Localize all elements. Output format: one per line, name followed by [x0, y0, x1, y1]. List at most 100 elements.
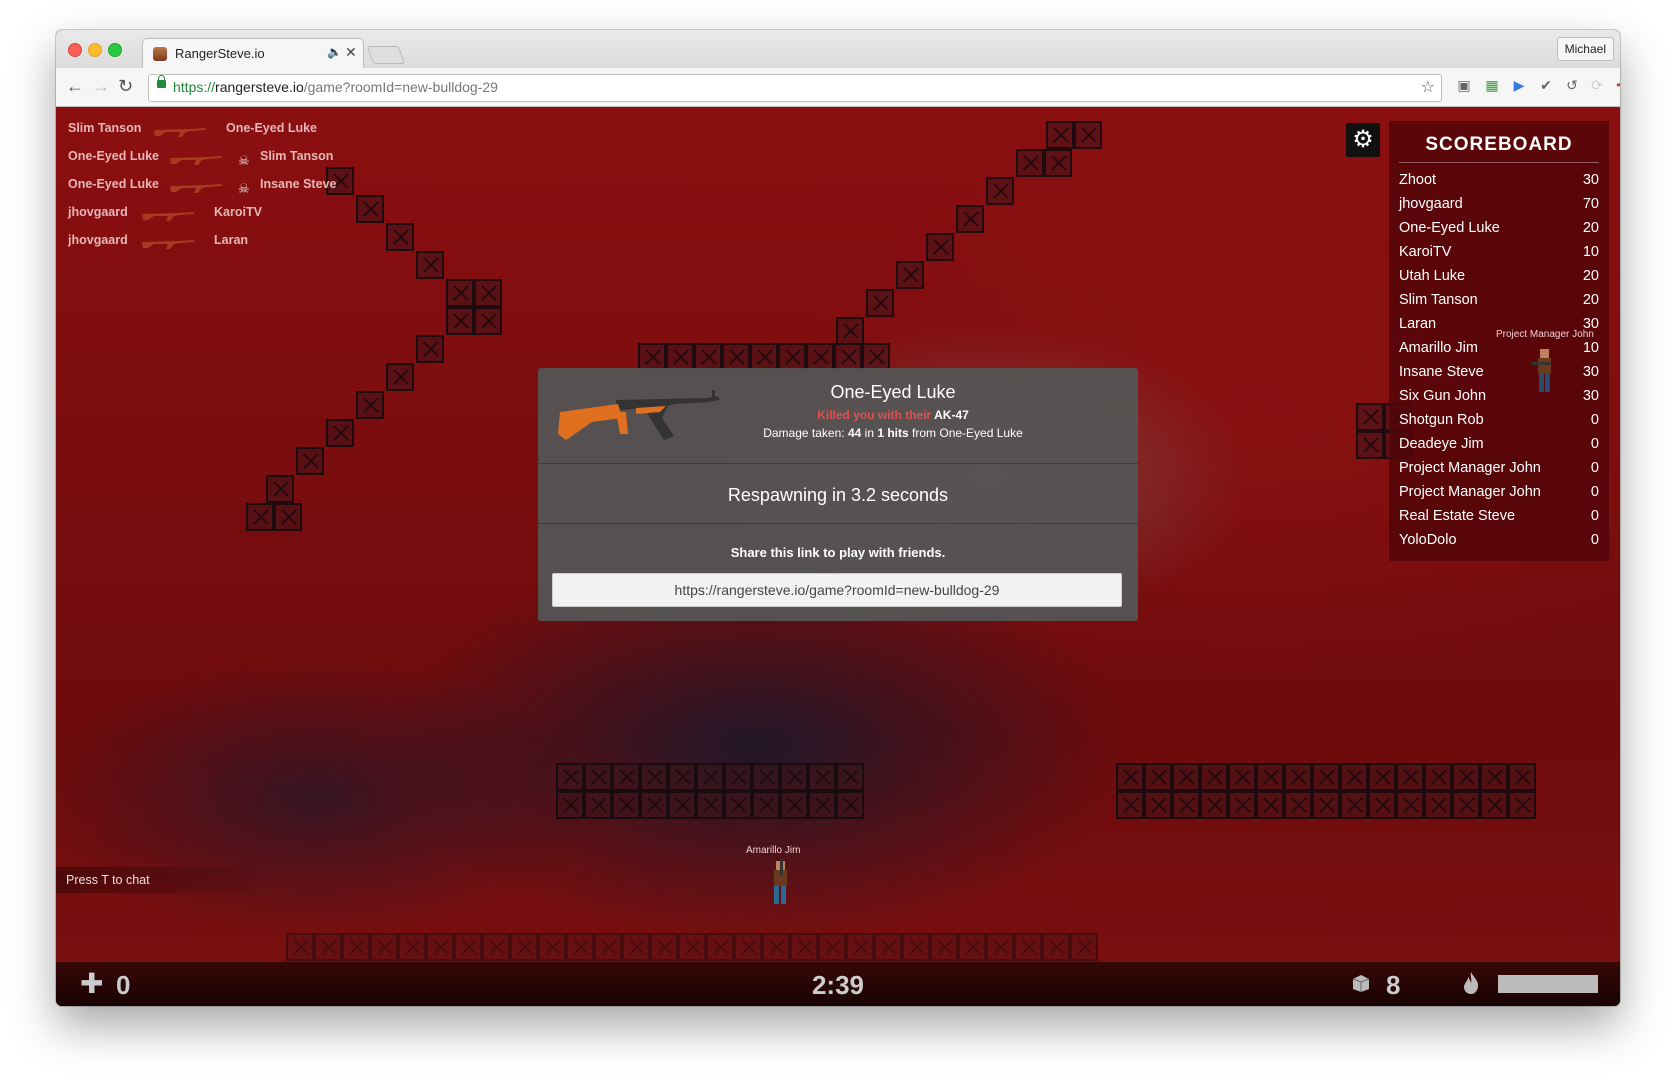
killed-prefix: Killed you with their	[817, 408, 932, 422]
lock-icon	[157, 75, 166, 88]
settings-gear-icon[interactable]: ⚙	[1346, 123, 1380, 157]
skull-icon: ☠	[238, 153, 250, 168]
close-tab-icon[interactable]: ✕	[345, 44, 357, 61]
player-name: Project Manager John	[1399, 460, 1541, 476]
player-name: Utah Luke	[1399, 268, 1466, 284]
victim-name: Slim Tanson	[260, 149, 334, 163]
scoreboard-row: Project Manager John 0	[1389, 481, 1609, 505]
player-name: YoloDolo	[1399, 532, 1457, 548]
rifle-icon	[142, 240, 194, 249]
url-scheme: https://	[173, 79, 216, 95]
url-host: rangersteve.io	[215, 79, 304, 95]
forward-arrow-icon[interactable]: →	[92, 76, 110, 97]
back-arrow-icon[interactable]: ←	[66, 76, 84, 97]
ammo-count: 8	[1386, 970, 1401, 1000]
player-name: Slim Tanson	[1399, 292, 1478, 308]
scoreboard-title: SCOREBOARD	[1399, 121, 1599, 163]
jetpack-fuel-bar	[1498, 975, 1598, 993]
bookmark-star-icon[interactable]: ☆	[1421, 77, 1435, 97]
skull-icon: ☠	[238, 181, 250, 196]
player-name: Six Gun John	[1399, 388, 1487, 404]
victim-name: Insane Steve	[260, 177, 337, 191]
victim-name: One-Eyed Luke	[226, 121, 317, 135]
player-name: Laran	[1399, 316, 1437, 332]
player-score: 30	[1582, 172, 1599, 188]
player-score: 20	[1582, 220, 1599, 236]
hud-bar: ✚ 0 2:39 8	[56, 962, 1620, 1006]
death-overlay: One-Eyed Luke Killed you with their AK-4…	[538, 368, 1138, 621]
extension-disabled-icon[interactable]: ⟳	[1589, 77, 1605, 93]
player-score: 10	[1582, 244, 1599, 260]
scoreboard-row: KaroiTV 10	[1389, 241, 1609, 265]
extension-video-icon[interactable]: ▶	[1511, 77, 1527, 93]
scoreboard-row: Shotgun Rob 0	[1389, 409, 1609, 433]
scoreboard-row: Real Estate Steve 0	[1389, 505, 1609, 529]
damage-summary: Damage taken: 44 in 1 hits from One-Eyed…	[643, 426, 1143, 440]
player-name: KaroiTV	[1399, 244, 1452, 260]
scoreboard-row: Six Gun John 30	[1389, 385, 1609, 409]
divider	[538, 463, 1138, 464]
player-name: Shotgun Rob	[1399, 412, 1484, 428]
player-score: 0	[1590, 484, 1599, 500]
killer-name: One-Eyed Luke	[830, 382, 956, 402]
player-name: Project Manager John	[1399, 484, 1541, 500]
crate-platform-top	[638, 343, 890, 371]
killed-message: Killed you with their AK-47	[693, 408, 1093, 422]
divider	[538, 523, 1138, 524]
maximize-window-button[interactable]	[108, 43, 122, 57]
extension-sync-icon[interactable]: ↺	[1564, 77, 1580, 93]
game-canvas[interactable]: Slim Tanson One-Eyed Luke One-Eyed Luke …	[56, 107, 1620, 1006]
browser-tab[interactable]: RangerSteve.io 🔈 ✕	[142, 38, 364, 69]
ammo-box-icon	[1352, 975, 1370, 992]
player-name: Deadeye Jim	[1399, 436, 1484, 452]
victim-name: KaroiTV	[214, 205, 262, 219]
reload-icon[interactable]: ↻	[118, 76, 133, 97]
scoreboard-row: YoloDolo 0	[1389, 529, 1609, 553]
extension-tool-icon[interactable]: ✔	[1538, 77, 1554, 93]
killer-name: jhovgaard	[68, 233, 128, 247]
minimize-window-button[interactable]	[88, 43, 102, 57]
killer-name: One-Eyed Luke	[68, 149, 159, 163]
crate-ground	[286, 933, 1098, 961]
jetpack-fuel-icon	[1464, 972, 1479, 994]
url-text[interactable]: https://rangersteve.io/game?roomId=new-b…	[173, 79, 498, 95]
scoreboard-list: Zhoot 30 jhovgaard 70 One-Eyed Luke 20 KaroiTV…	[1389, 169, 1609, 553]
new-tab-button[interactable]	[366, 46, 406, 64]
profile-button[interactable]: Michael	[1556, 37, 1614, 61]
respawn-countdown: Respawning in 3.2 seconds	[727, 485, 949, 505]
chat-hint: Press T to chat	[56, 867, 276, 893]
address-bar[interactable]: https://rangersteve.io/game?roomId=new-b…	[148, 74, 1442, 102]
crate-platform-left-diagonal	[246, 167, 502, 531]
rifle-icon	[170, 156, 222, 165]
in-label: in	[864, 426, 874, 440]
scoreboard-row: Insane Steve 30	[1389, 361, 1609, 385]
share-link-field[interactable]: https://rangersteve.io/game?roomId=new-b…	[552, 573, 1122, 607]
scoreboard-row: Slim Tanson 20	[1389, 289, 1609, 313]
player-name: One-Eyed Luke	[1399, 220, 1500, 236]
player-name: Real Estate Steve	[1399, 508, 1516, 524]
scoreboard-row: Utah Luke 20	[1389, 265, 1609, 289]
rifle-icon	[142, 212, 194, 221]
crate-platform-bottom-left	[556, 763, 864, 819]
scoreboard: SCOREBOARD Zhoot 30 jhovgaard 70 One-Eyed Lu…	[1389, 121, 1609, 561]
crate-platform-bottom-right	[1116, 763, 1536, 819]
extension-adblock-icon[interactable]: ✚	[1614, 77, 1620, 93]
player-score: 30	[1582, 388, 1599, 404]
player-score: 0	[1590, 412, 1599, 428]
killer-name: One-Eyed Luke	[68, 177, 159, 191]
player-score: 70	[1582, 196, 1599, 212]
browser-window: RangerSteve.io 🔈 ✕ Michael ← → ↻ https:/…	[56, 30, 1620, 1006]
player-score: 0	[1590, 436, 1599, 452]
weapon-name: AK-47	[934, 408, 969, 422]
damage-source: One-Eyed Luke	[939, 426, 1023, 440]
cast-icon[interactable]: ▣	[1456, 77, 1472, 93]
share-label: Share this link to play with friends.	[730, 545, 946, 560]
extension-calendar-icon[interactable]: ▦	[1484, 77, 1500, 93]
speaker-icon[interactable]: 🔈	[327, 45, 342, 59]
scoreboard-row: Project Manager John 0	[1389, 457, 1609, 481]
player-score: 20	[1582, 292, 1599, 308]
player-score: 10	[1582, 340, 1599, 356]
url-path: /game?roomId=new-bulldog-29	[303, 79, 498, 95]
damage-label: Damage taken:	[763, 426, 845, 440]
close-window-button[interactable]	[68, 43, 82, 57]
